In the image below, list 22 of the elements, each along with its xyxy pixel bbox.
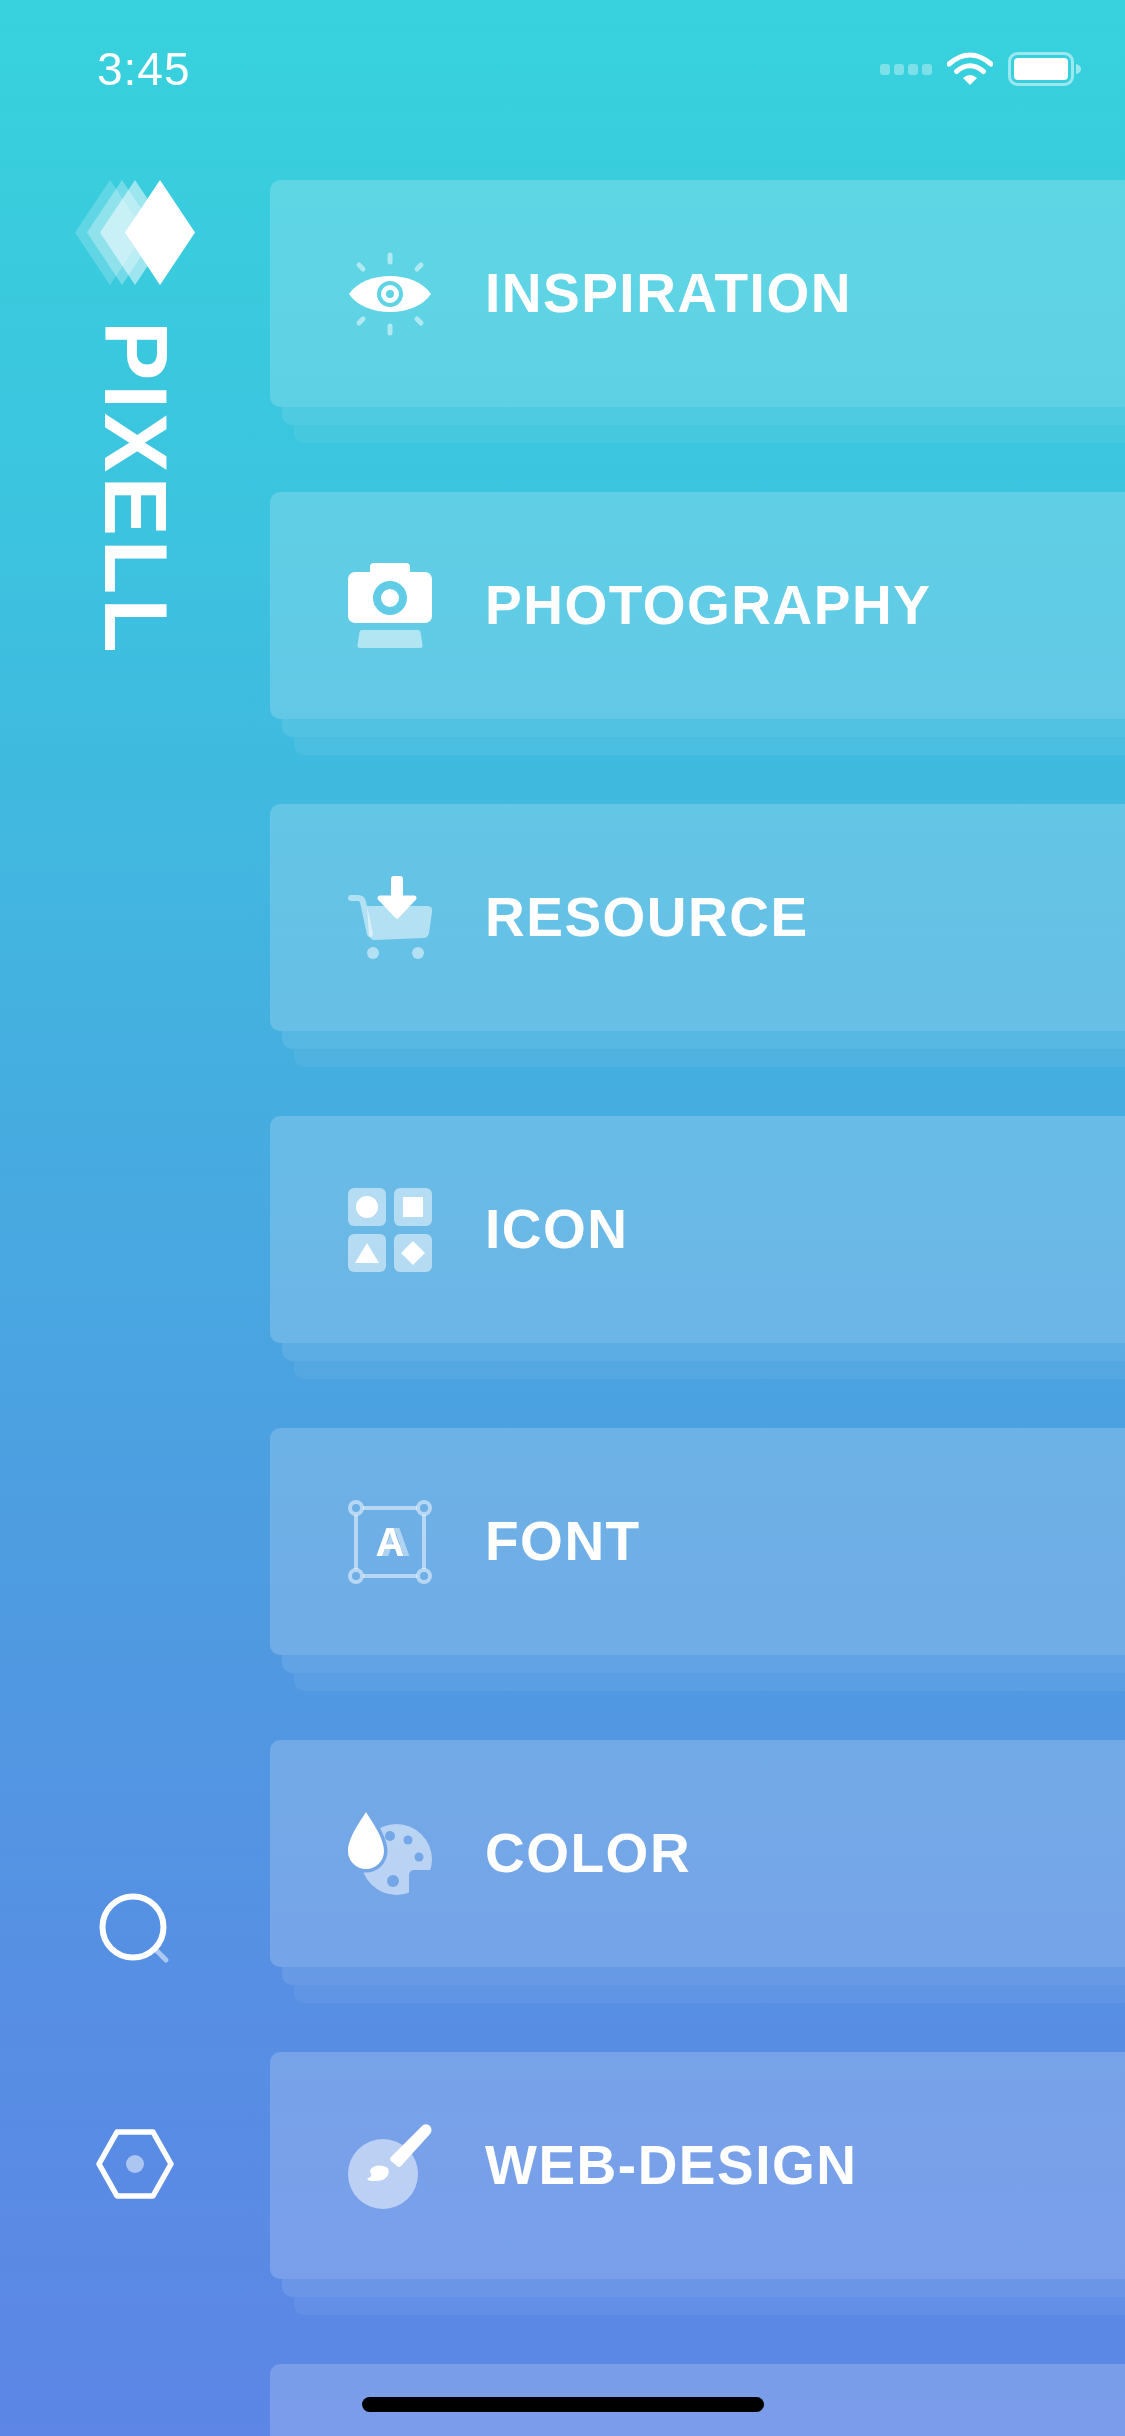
status-time: 3:45 (97, 46, 191, 92)
diamond-logo-icon (74, 180, 196, 285)
category-card[interactable]: WEB-DESIGN (270, 2052, 1125, 2279)
cart-arrow-icon (348, 875, 432, 960)
app-wordmark: PIXELL (90, 321, 180, 657)
shapes-grid-icon (348, 1187, 432, 1272)
battery-icon (1008, 52, 1082, 86)
wifi-icon (947, 52, 993, 86)
category-card[interactable] (270, 2364, 1125, 2436)
category-card[interactable]: A FONT (270, 1428, 1125, 1655)
category-card[interactable]: INSPIRATION (270, 180, 1125, 407)
palette-drop-icon (348, 1810, 432, 1897)
category-card[interactable]: PHOTOGRAPHY (270, 492, 1125, 719)
eye-icon (348, 251, 432, 336)
settings-icon[interactable] (96, 2129, 174, 2199)
search-icon[interactable] (99, 1893, 171, 1965)
camera-icon (348, 562, 432, 649)
signal-icon (880, 63, 932, 75)
category-card[interactable]: COLOR (270, 1740, 1125, 1967)
category-card[interactable]: RESOURCE (270, 804, 1125, 1031)
brush-icon (348, 2122, 432, 2209)
category-card[interactable]: ICON (270, 1116, 1125, 1343)
